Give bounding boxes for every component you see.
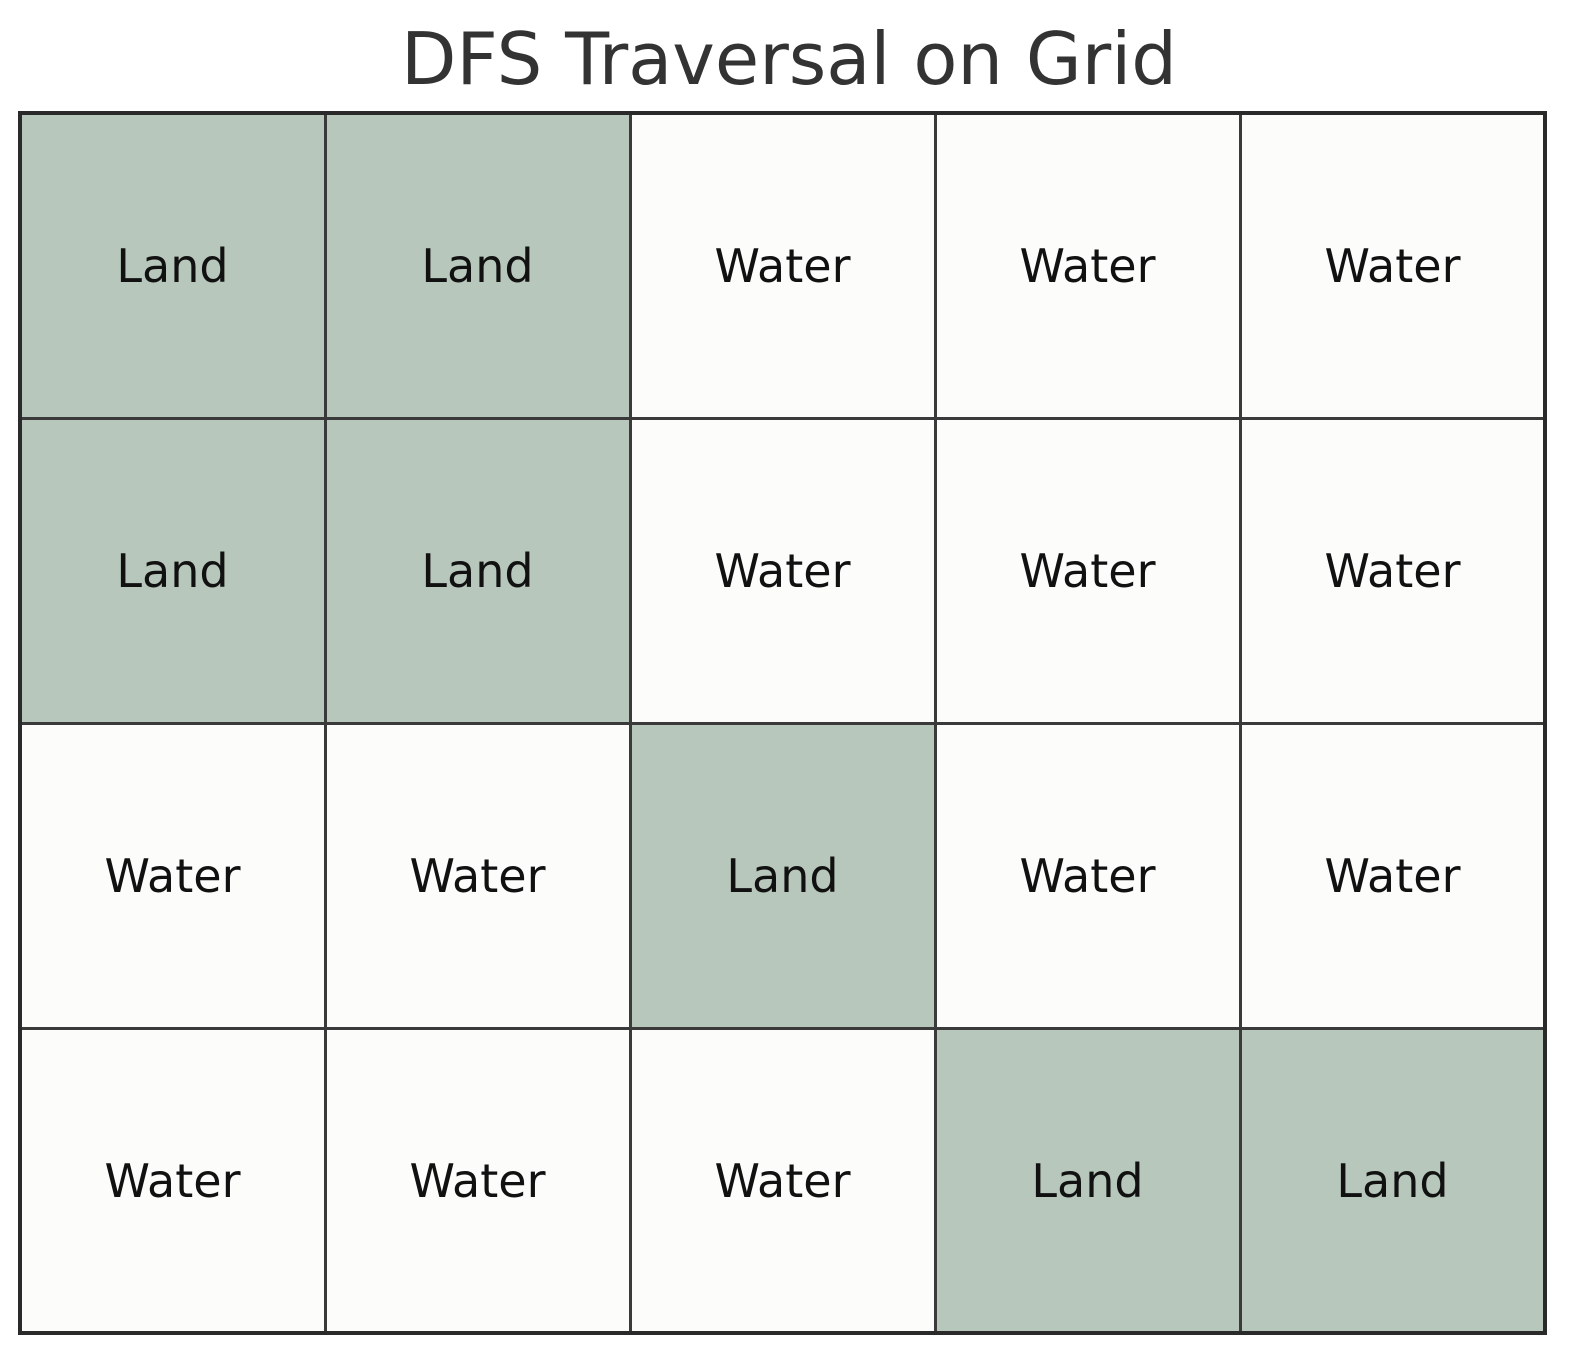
grid-cell-0-4: Water xyxy=(1238,111,1547,420)
grid-cell-0-1: Land xyxy=(323,111,632,420)
grid-cell-1-4: Water xyxy=(1238,416,1547,725)
grid-cell-1-3: Water xyxy=(933,416,1242,725)
grid-cell-3-1: Water xyxy=(323,1026,632,1335)
diagram-title: DFS Traversal on Grid xyxy=(400,17,1177,101)
grid-cell-2-2: Land xyxy=(628,721,937,1030)
grid-cell-1-1: Land xyxy=(323,416,632,725)
grid: Land Land Water Water Water Land Land Water Wate… xyxy=(18,111,1547,1335)
grid-cell-0-3: Water xyxy=(933,111,1242,420)
grid-cell-2-0: Water xyxy=(18,721,327,1030)
grid-cell-3-4: Land xyxy=(1238,1026,1547,1335)
grid-cell-1-0: Land xyxy=(18,416,327,725)
grid-cell-3-0: Water xyxy=(18,1026,327,1335)
grid-cell-2-3: Water xyxy=(933,721,1242,1030)
grid-cell-3-3: Land xyxy=(933,1026,1242,1335)
grid-cell-0-0: Land xyxy=(18,111,327,420)
grid-cell-1-2: Water xyxy=(628,416,937,725)
grid-cell-2-4: Water xyxy=(1238,721,1547,1030)
grid-cell-3-2: Water xyxy=(628,1026,937,1335)
grid-cell-2-1: Water xyxy=(323,721,632,1030)
grid-cell-0-2: Water xyxy=(628,111,937,420)
